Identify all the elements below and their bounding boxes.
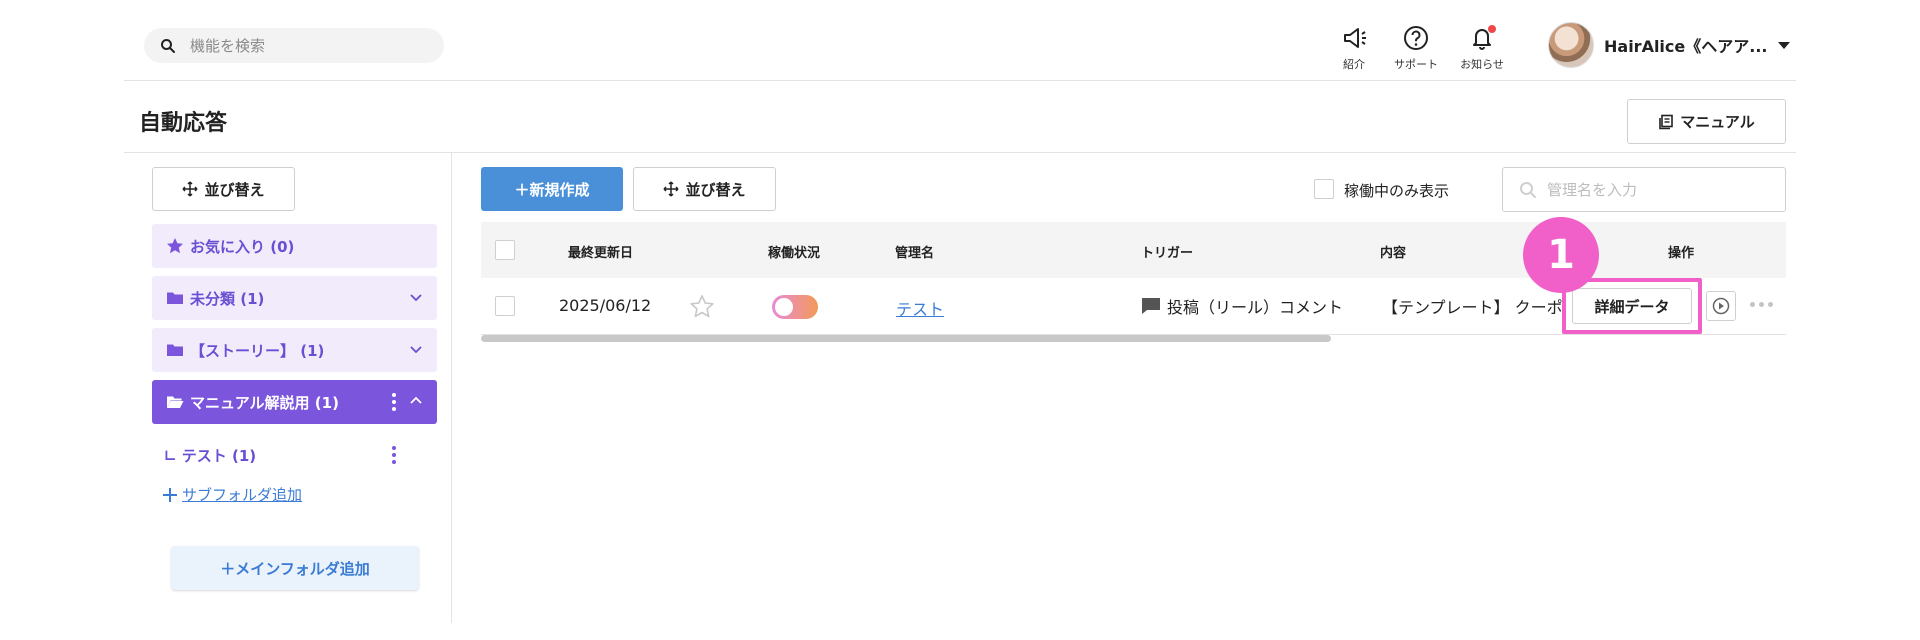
name-filter-placeholder: 管理名を入力	[1547, 181, 1638, 199]
move-icon	[182, 181, 199, 197]
help-icon	[1404, 26, 1428, 50]
folder-open-icon	[167, 396, 184, 408]
search-placeholder: 機能を検索	[190, 37, 266, 55]
notifications-button[interactable]: お知らせ	[1452, 24, 1512, 74]
col-name[interactable]: 管理名	[895, 242, 934, 261]
more-options-icon[interactable]	[1750, 302, 1773, 307]
sidebar-item-story[interactable]: 【ストーリー】 (1)	[152, 328, 437, 372]
callout-badge: 1	[1523, 217, 1599, 293]
chevron-down-icon[interactable]	[409, 342, 423, 356]
status-toggle[interactable]	[772, 295, 818, 319]
header-divider	[124, 80, 1796, 81]
callout-highlight-frame	[1562, 278, 1702, 334]
add-subfolder-link[interactable]: サブフォルダ追加	[162, 484, 302, 505]
preview-button[interactable]	[1706, 291, 1736, 321]
add-main-folder-button[interactable]: ＋メインフォルダ追加	[171, 546, 419, 590]
chevron-up-icon[interactable]	[409, 394, 423, 408]
active-only-label: 稼働中のみ表示	[1344, 182, 1450, 200]
toggle-knob	[775, 298, 793, 316]
avatar	[1548, 22, 1594, 68]
management-name-filter-input[interactable]: 管理名を入力	[1502, 167, 1786, 212]
notifications-label: お知らせ	[1460, 58, 1504, 71]
sidebar-item-label: 【ストーリー】 (1)	[190, 341, 325, 360]
search-icon	[1520, 181, 1536, 198]
sidebar-sort-label: 並び替え	[204, 180, 265, 199]
row-updated-date: 2025/06/12	[559, 296, 652, 315]
caret-down-icon	[1777, 41, 1790, 49]
favorite-star-icon[interactable]	[689, 294, 715, 320]
star-icon	[167, 238, 183, 254]
move-icon	[663, 181, 680, 197]
feature-search-input[interactable]: 機能を検索	[144, 28, 444, 63]
sidebar-item-uncategorized[interactable]: 未分類 (1)	[152, 276, 437, 320]
select-all-checkbox[interactable]	[495, 240, 515, 260]
row-trigger: 投稿（リール）コメント	[1167, 298, 1344, 317]
page-title: 自動応答	[139, 111, 228, 136]
row-checkbox[interactable]	[495, 296, 515, 316]
subfolder-item-test[interactable]: ∟ テスト (1)	[164, 445, 256, 466]
chevron-down-icon[interactable]	[409, 290, 423, 304]
plus-icon	[163, 487, 177, 502]
folder-icon	[167, 292, 183, 304]
sidebar-item-favorites[interactable]: お気に入り (0)	[152, 224, 437, 268]
notification-dot	[1488, 25, 1496, 33]
referral-label: 紹介	[1343, 58, 1365, 71]
col-status[interactable]: 稼働状況	[768, 242, 820, 261]
col-updated[interactable]: 最終更新日	[568, 242, 633, 261]
referral-button[interactable]: 紹介	[1324, 24, 1384, 74]
user-name: HairAlice《ヘアア...	[1604, 37, 1768, 56]
play-circle-icon	[1712, 297, 1730, 315]
list-sort-label: 並び替え	[685, 180, 746, 199]
book-icon	[1659, 114, 1674, 129]
user-menu[interactable]: HairAlice《ヘアア...	[1548, 22, 1790, 68]
manual-button[interactable]: マニュアル	[1627, 99, 1786, 144]
add-subfolder-label: サブフォルダ追加	[182, 486, 303, 504]
sidebar-item-label: お気に入り (0)	[190, 237, 295, 256]
sidebar-divider	[451, 153, 452, 623]
manual-button-label: マニュアル	[1680, 113, 1755, 131]
row-content: 【テンプレート】 クーポ	[1382, 298, 1563, 317]
active-only-checkbox[interactable]	[1314, 179, 1334, 199]
row-management-name-link[interactable]: テスト	[896, 296, 944, 320]
sidebar-item-label: 未分類 (1)	[190, 289, 265, 308]
support-button[interactable]: サポート	[1386, 24, 1446, 74]
new-create-button[interactable]: ＋新規作成	[481, 167, 623, 211]
sidebar-item-manual-explanation[interactable]: マニュアル解説用 (1)	[152, 380, 437, 424]
sidebar-sort-button[interactable]: 並び替え	[152, 167, 295, 211]
folder-icon	[167, 344, 183, 356]
title-divider	[124, 152, 1796, 153]
subfolder-options-icon[interactable]	[392, 446, 396, 464]
support-label: サポート	[1394, 58, 1438, 71]
search-icon	[161, 38, 175, 53]
sidebar-item-label: マニュアル解説用 (1)	[190, 393, 339, 412]
folder-options-icon[interactable]	[392, 393, 396, 411]
megaphone-icon	[1344, 28, 1366, 48]
comment-icon	[1142, 298, 1160, 314]
horizontal-scrollbar[interactable]	[481, 335, 1331, 342]
col-content[interactable]: 内容	[1380, 242, 1406, 261]
col-actions: 操作	[1668, 246, 1695, 261]
col-trigger[interactable]: トリガー	[1141, 242, 1193, 261]
list-sort-button[interactable]: 並び替え	[633, 167, 776, 211]
